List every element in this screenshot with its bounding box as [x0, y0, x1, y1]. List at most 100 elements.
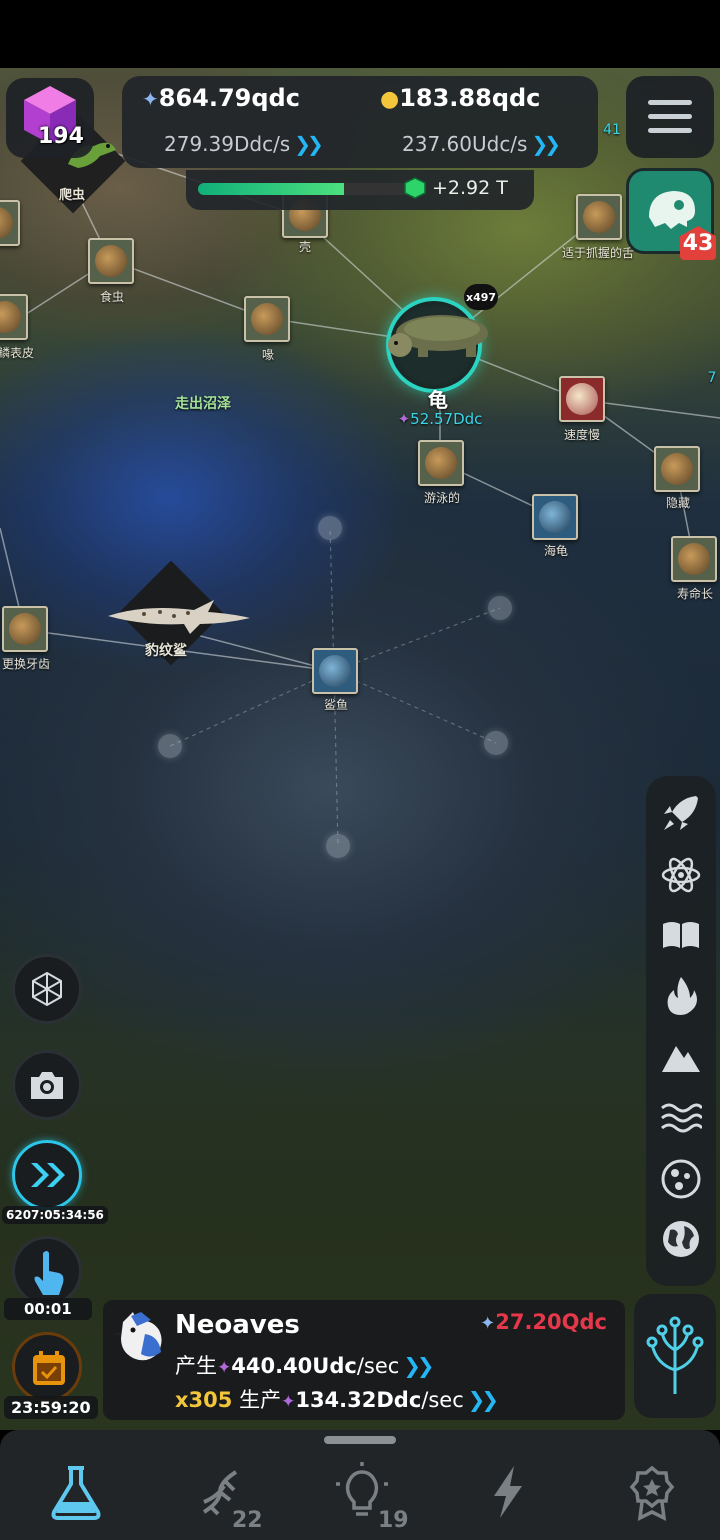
- node-replace-teeth[interactable]: [2, 606, 48, 652]
- status-bar: [0, 0, 720, 68]
- node-longevity[interactable]: [671, 536, 717, 582]
- edge-value-right: 7: [707, 370, 717, 386]
- double-chevron-icon: ❯❯: [467, 1388, 499, 1412]
- nav-dna-count: 22: [232, 1508, 263, 1533]
- node-eat-insects[interactable]: [88, 238, 134, 284]
- hamburger-bar: [648, 100, 692, 105]
- drawer-handle[interactable]: [324, 1436, 396, 1444]
- node-hiding[interactable]: [654, 446, 700, 492]
- turtle-value: ✦52.57Ddc: [397, 410, 483, 428]
- reptile-label: 爬虫: [58, 188, 86, 203]
- hamburger-bar: [648, 128, 692, 133]
- fire-icon[interactable]: [660, 974, 702, 1016]
- evolution-map[interactable]: 爬虫 壳 食虫 喙 鳞表皮 适于抓握的舌 速度慢 游泳的 海龟 隐藏 寿命长 更…: [0, 68, 720, 1430]
- fast-forward-button[interactable]: [12, 1140, 82, 1210]
- idea-amount: ●183.88qdc: [380, 84, 541, 112]
- gem-icon: [404, 177, 426, 199]
- double-chevron-icon: ❯❯: [531, 132, 560, 156]
- cell-icon[interactable]: [660, 1158, 702, 1200]
- node-edge-left[interactable]: [0, 200, 20, 246]
- network-button[interactable]: [12, 954, 82, 1024]
- node-beak-label: 喙: [261, 348, 275, 362]
- node-eat-insects-label: 食虫: [99, 290, 125, 304]
- turtle-title: 龟: [428, 388, 448, 412]
- dna-icon: ✦: [217, 1358, 232, 1378]
- progress-fill: [198, 183, 344, 195]
- tap-hand-icon: [34, 1251, 64, 1295]
- dna-amount: ✦864.79qdc: [142, 84, 300, 112]
- hamburger-bar: [648, 114, 692, 119]
- node-sea-turtle[interactable]: [532, 494, 578, 540]
- node-swimming[interactable]: [418, 440, 464, 486]
- dna-rate[interactable]: 279.39Ddc/s ❯❯: [164, 132, 324, 156]
- node-shark-label: 鲨鱼: [323, 698, 349, 712]
- node-shark[interactable]: [312, 648, 358, 694]
- locked-node[interactable]: [326, 834, 350, 858]
- node-beak[interactable]: [244, 296, 290, 342]
- rocket-icon[interactable]: [660, 792, 702, 834]
- mountain-icon[interactable]: [660, 1036, 702, 1078]
- leopard-shark-icon: [108, 600, 250, 634]
- globe-icon[interactable]: [660, 1218, 702, 1260]
- node-slow[interactable]: [559, 376, 605, 422]
- flask-icon: [51, 1466, 101, 1520]
- species-name: Neoaves: [175, 1310, 300, 1340]
- locked-node[interactable]: [488, 596, 512, 620]
- progress-track: [198, 183, 412, 195]
- lightning-icon: [494, 1466, 522, 1518]
- camera-button[interactable]: [12, 1050, 82, 1120]
- node-shell-label: 壳: [298, 240, 312, 254]
- tap-button[interactable]: [12, 1236, 82, 1306]
- species-produce-line: 产生✦440.40Udc/sec ❯❯: [175, 1354, 435, 1378]
- daily-reward-button[interactable]: [12, 1332, 82, 1402]
- double-chevron-icon: ❯❯: [294, 132, 323, 156]
- menu-button[interactable]: [626, 76, 714, 158]
- progress-text: +2.92 T: [432, 177, 508, 199]
- species-production-line: x305 生产✦134.32Ddc/sec ❯❯: [175, 1388, 499, 1412]
- waves-icon[interactable]: [660, 1096, 702, 1138]
- node-grasping-tongue-label: 适于抓握的舌: [561, 246, 635, 260]
- double-chevron-icon: ❯❯: [403, 1354, 434, 1378]
- nav-research-tab[interactable]: [46, 1462, 106, 1522]
- camera-icon: [31, 1072, 63, 1099]
- node-scaly-skin-label: 鳞表皮: [0, 346, 35, 360]
- locked-node[interactable]: [158, 734, 182, 758]
- dna-icon: ✦: [480, 1313, 496, 1334]
- node-swimming-label: 游泳的: [423, 491, 461, 505]
- atom-icon[interactable]: [660, 854, 702, 896]
- evolution-tree-button[interactable]: [634, 1294, 716, 1418]
- idea-rate[interactable]: 237.60Udc/s ❯❯: [402, 132, 561, 156]
- node-slow-label: 速度慢: [563, 428, 601, 442]
- node-sea-turtle-label: 海龟: [543, 544, 569, 558]
- node-longevity-label: 寿命长: [676, 587, 714, 601]
- region-label: 走出沼泽: [175, 396, 231, 412]
- species-price: ✦27.20Qdc: [480, 1310, 607, 1334]
- right-toolbar: [646, 776, 716, 1286]
- edge-value-top: 41: [603, 122, 621, 138]
- evolution-tree-icon: [646, 1316, 704, 1394]
- locked-node[interactable]: [318, 516, 342, 540]
- turtle-multiplier-badge: x497: [464, 284, 498, 310]
- network-icon: [32, 971, 62, 1007]
- fast-forward-timer: 6207:05:34:56: [2, 1206, 108, 1224]
- node-scaly-skin[interactable]: [0, 294, 28, 340]
- current-species-card[interactable]: Neoaves ✦27.20Qdc 产生✦440.40Udc/sec ❯❯ x30…: [103, 1300, 625, 1420]
- locked-node[interactable]: [484, 731, 508, 755]
- leopard-shark-label: 豹纹鲨: [145, 643, 187, 659]
- dna-icon: ✦: [142, 87, 159, 111]
- nav-achievements-tab[interactable]: [622, 1462, 682, 1522]
- node-grasping-tongue[interactable]: [576, 194, 622, 240]
- nav-ideas-count: 19: [378, 1508, 409, 1533]
- dna-icon: ✦: [281, 1392, 296, 1412]
- lightbulb-icon: ●: [380, 87, 400, 112]
- node-hiding-label: 隐藏: [665, 496, 691, 510]
- evolution-progress: +2.92 T: [186, 170, 534, 210]
- dna-icon: ✦: [397, 410, 411, 428]
- fast-forward-icon: [31, 1163, 65, 1187]
- nav-boost-tab[interactable]: [478, 1462, 538, 1522]
- medal-icon: [629, 1465, 675, 1522]
- node-replace-teeth-label: 更换牙齿: [1, 657, 51, 671]
- book-icon[interactable]: [660, 914, 702, 956]
- cube-count: 194: [38, 124, 84, 149]
- resource-panel: ✦864.79qdc 279.39Ddc/s ❯❯ ●183.88qdc 237.…: [122, 76, 598, 168]
